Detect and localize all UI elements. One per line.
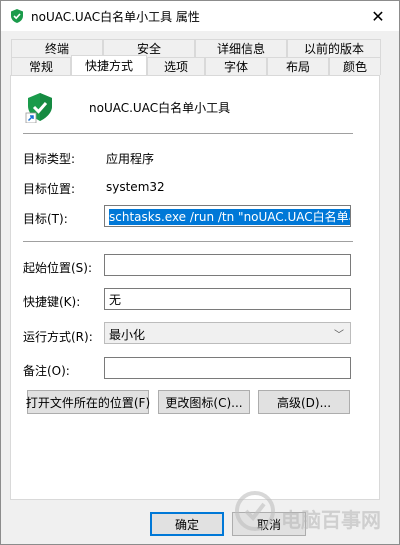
shield-check-icon — [25, 93, 52, 123]
title-bar: noUAC.UAC白名单小工具 属性 ✕ — [1, 1, 399, 31]
comment-label: 备注(O): — [23, 364, 70, 378]
tab-details[interactable]: 详细信息 — [195, 39, 287, 57]
tab-label: 字体 — [223, 60, 248, 74]
tab-label: 以前的版本 — [303, 42, 364, 56]
tab-label: 颜色 — [342, 60, 367, 74]
advanced-button[interactable]: 高级(D)... — [258, 390, 350, 414]
window-title: noUAC.UAC白名单小工具 属性 — [31, 10, 200, 24]
start-in-input[interactable] — [104, 254, 351, 276]
hotkey-input[interactable]: 无 — [104, 288, 351, 310]
run-select[interactable]: 最小化 ﹀ — [104, 322, 351, 344]
hotkey-label: 快捷键(K): — [23, 295, 81, 309]
shortcut-panel: noUAC.UAC白名单小工具 目标类型: 应用程序 目标位置: system3… — [10, 75, 380, 500]
open-file-location-button[interactable]: 打开文件所在的位置(F) — [25, 390, 151, 414]
tab-label: 选项 — [163, 60, 188, 74]
close-icon: ✕ — [371, 6, 385, 26]
open-file-location-label: 打开文件所在的位置(F) — [25, 395, 151, 410]
tab-general[interactable]: 常规 — [11, 57, 71, 75]
shield-check-icon — [11, 9, 23, 23]
tab-label: 终端 — [44, 42, 69, 56]
target-location-value: system32 — [106, 180, 165, 194]
comment-input[interactable] — [104, 357, 351, 379]
divider — [23, 133, 353, 134]
target-label: 目标(T): — [23, 212, 68, 226]
target-selected-text: schtasks.exe /run /tn "noUAC.UAC白名单小工具" — [109, 209, 350, 225]
divider — [23, 241, 353, 242]
tab-options[interactable]: 选项 — [147, 57, 205, 75]
tab-previous-versions[interactable]: 以前的版本 — [287, 39, 381, 57]
tab-label: 常规 — [28, 60, 53, 74]
start-in-label: 起始位置(S): — [23, 261, 93, 275]
tab-row-front: 常规 快捷方式 选项 字体 布局 颜色 — [11, 55, 381, 75]
tab-row-back: 终端 安全 详细信息 以前的版本 — [11, 39, 381, 57]
target-input[interactable]: schtasks.exe /run /tn "noUAC.UAC白名单小工具" — [104, 205, 351, 227]
tab-font[interactable]: 字体 — [205, 57, 267, 75]
properties-window: noUAC.UAC白名单小工具 属性 ✕ 终端 安全 详细信息 以前的版本 常规… — [0, 0, 400, 545]
cancel-label: 取消 — [256, 517, 281, 532]
tab-colors[interactable]: 颜色 — [329, 57, 381, 75]
tab-layout[interactable]: 布局 — [267, 57, 329, 75]
ok-label: 确定 — [174, 517, 199, 532]
tab-label: 详细信息 — [216, 42, 265, 56]
tab-shortcut[interactable]: 快捷方式 — [71, 55, 147, 75]
advanced-label: 高级(D)... — [276, 395, 332, 410]
run-label: 运行方式(R): — [23, 330, 93, 344]
run-select-value: 最小化 — [109, 328, 146, 342]
change-icon-label: 更改图标(C)... — [165, 395, 243, 410]
app-name: noUAC.UAC白名单小工具 — [89, 101, 231, 115]
target-type-label: 目标类型: — [23, 152, 76, 166]
ok-button[interactable]: 确定 — [150, 512, 224, 536]
chevron-down-icon: ﹀ — [334, 330, 344, 341]
cancel-button[interactable]: 取消 — [232, 512, 306, 536]
tab-label: 布局 — [285, 60, 310, 74]
target-location-label: 目标位置: — [23, 182, 76, 196]
change-icon-button[interactable]: 更改图标(C)... — [158, 390, 250, 414]
target-type-value: 应用程序 — [106, 152, 155, 166]
tab-label: 快捷方式 — [84, 59, 133, 73]
close-button[interactable]: ✕ — [357, 1, 399, 31]
